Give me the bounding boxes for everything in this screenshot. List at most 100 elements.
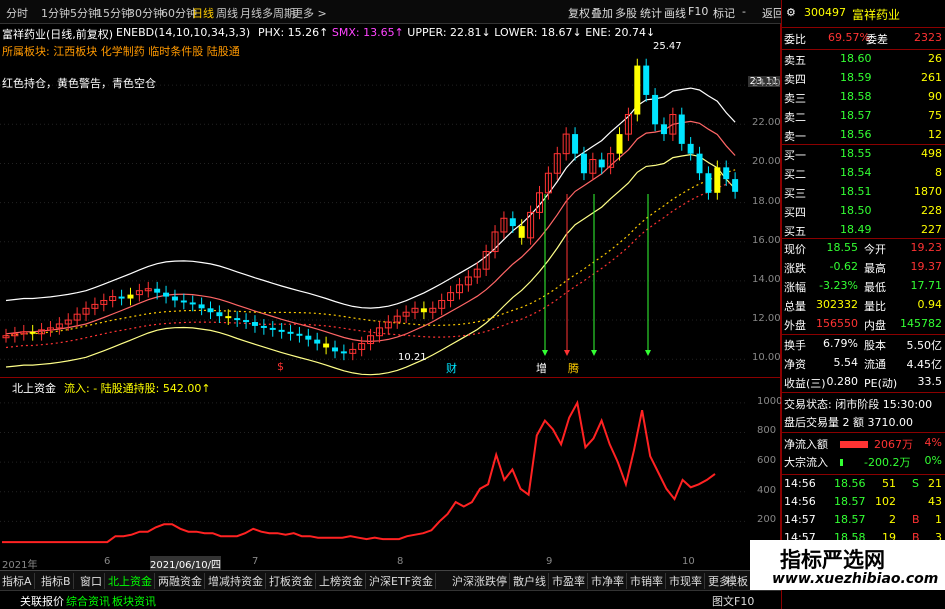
stat-value: 6.79%: [823, 337, 858, 350]
level-row[interactable]: 卖二 18.57 75: [782, 109, 945, 127]
level-row[interactable]: 买一 18.55 498: [782, 147, 945, 165]
net-inflow-pct: 4%: [924, 436, 942, 449]
north-capital-pane[interactable]: 北上资金 流入: - 陆股通持股: 542.00↑ 1000 800 600 400 2…: [0, 377, 782, 571]
period-0[interactable]: 分时: [6, 5, 28, 21]
x-label: 6: [104, 556, 111, 567]
event-marker[interactable]: $: [277, 360, 284, 373]
period-7[interactable]: 周线: [216, 5, 238, 21]
stat-value: 18.55: [826, 241, 859, 254]
tab-5[interactable]: 增减持资金: [206, 573, 266, 589]
status-1[interactable]: 综合资讯: [64, 593, 112, 609]
tab-6[interactable]: 打板资金: [267, 573, 316, 589]
candle-body: [340, 351, 347, 354]
level-row[interactable]: 买二 18.54 8: [782, 166, 945, 184]
high-price-label: 25.47: [653, 41, 682, 52]
level-row[interactable]: 卖五 18.60 26: [782, 52, 945, 70]
signal-arrow-head: [564, 350, 570, 356]
toolbar-btn-0[interactable]: 复权: [568, 5, 590, 21]
candle-body: [616, 134, 623, 154]
toolbar-btn-7[interactable]: -: [742, 5, 746, 18]
tick-price: 18.56: [834, 477, 866, 490]
tab-1[interactable]: 指标B: [39, 573, 74, 589]
stat-label: 最低: [864, 281, 886, 294]
stat-label: 收益(三): [784, 377, 826, 390]
level-label: 买二: [784, 168, 806, 181]
event-marker[interactable]: 增: [536, 360, 547, 376]
stat-value: -0.62: [829, 260, 858, 273]
level-row[interactable]: 卖四 18.59 261: [782, 71, 945, 89]
tab-0[interactable]: 指标A: [0, 573, 35, 589]
candle-body: [732, 179, 739, 192]
period-4[interactable]: 30分钟: [128, 5, 164, 21]
tab-13[interactable]: 市销率: [628, 573, 666, 589]
period-1[interactable]: 1分钟: [41, 5, 70, 21]
tab-3[interactable]: 北上资金: [106, 573, 155, 589]
event-marker[interactable]: 财: [446, 360, 457, 376]
level-volume: 8: [935, 166, 942, 179]
period-6[interactable]: 日线: [192, 5, 214, 21]
candle-body: [251, 322, 258, 326]
toolbar-btn-1[interactable]: 叠加: [591, 5, 613, 21]
period-8[interactable]: 月线: [240, 5, 262, 21]
candle-body: [207, 308, 214, 313]
tab-14[interactable]: 市现率: [667, 573, 705, 589]
net-inflow-value: 2067万: [874, 438, 913, 451]
candle-body: [643, 65, 650, 95]
candle-body: [278, 329, 285, 332]
tab-4[interactable]: 两融资金: [156, 573, 205, 589]
tab-11[interactable]: 市盈率: [550, 573, 588, 589]
candle-body: [118, 296, 125, 299]
stat-value: 17.71: [910, 279, 943, 292]
gear-icon[interactable]: ⚙: [786, 6, 796, 19]
toolbar-btn-4[interactable]: 画线: [664, 5, 686, 21]
level-row[interactable]: 买四 18.50 228: [782, 204, 945, 222]
y-tick: 200: [757, 514, 777, 526]
candle-body: [705, 173, 712, 193]
period-10[interactable]: 更多 >: [292, 5, 327, 21]
weibi-value: 69.57%: [828, 31, 870, 44]
tick-row[interactable]: 14:56 18.57 102 43: [782, 495, 945, 513]
tab-12[interactable]: 市净率: [589, 573, 627, 589]
tick-row[interactable]: 14:56 18.56 51 S 21: [782, 477, 945, 495]
tab-10[interactable]: 散户线: [511, 573, 549, 589]
tick-row[interactable]: 14:57 18.57 2 B 1: [782, 513, 945, 531]
event-marker[interactable]: 腾: [568, 360, 579, 376]
north-capital-chart[interactable]: [0, 378, 781, 571]
candle-body: [305, 335, 312, 340]
tick-time: 14:56: [784, 495, 816, 508]
stat-row: 外盘 156550 内盘 145782: [782, 317, 945, 335]
period-3[interactable]: 15分钟: [96, 5, 132, 21]
toolbar-btn-3[interactable]: 统计: [640, 5, 662, 21]
level-price: 18.58: [840, 90, 872, 103]
toolbar-btn-2[interactable]: 多股: [615, 5, 637, 21]
y-tick: 12.00: [752, 313, 781, 325]
candle-body: [198, 304, 205, 309]
stat-label: 内盘: [864, 319, 886, 332]
tick-time: 14:56: [784, 477, 816, 490]
status-0[interactable]: 关联报价: [18, 593, 66, 609]
period-2[interactable]: 5分钟: [70, 5, 99, 21]
tab-template[interactable]: 模板: [724, 573, 751, 589]
toolbar-btn-6[interactable]: 标记: [713, 5, 735, 21]
tick-count: 21: [928, 477, 942, 490]
tab-2[interactable]: 窗口: [78, 573, 105, 589]
stat-value: 5.54: [833, 356, 859, 369]
stat-row: 涨幅 -3.23% 最低 17.71: [782, 279, 945, 297]
level-row[interactable]: 卖三 18.58 90: [782, 90, 945, 108]
stat-label: 外盘: [784, 319, 806, 332]
tab-7[interactable]: 上榜资金: [317, 573, 366, 589]
y-tick: 20.00: [752, 156, 781, 168]
stat-label: 换手: [784, 339, 806, 352]
candlestick-pane[interactable]: 富祥药业(日线,前复权) ENEBD(14,10,10,34,3,3) PHX:…: [0, 24, 781, 377]
f10-link[interactable]: 图文F10: [710, 593, 756, 609]
candle-body: [652, 94, 659, 125]
candle-body: [509, 218, 516, 227]
toolbar-btn-5[interactable]: F10: [688, 5, 708, 18]
level-row[interactable]: 买三 18.51 1870: [782, 185, 945, 203]
legend-ene: ENE: 20.74↓: [585, 26, 656, 39]
stat-value: 19.23: [910, 241, 943, 254]
tab-8[interactable]: 沪深ETF资金: [367, 573, 436, 589]
period-9[interactable]: 多周期: [262, 5, 295, 21]
tab-9[interactable]: 沪深涨跌停: [450, 573, 510, 589]
status-2[interactable]: 板块资讯: [110, 593, 158, 609]
